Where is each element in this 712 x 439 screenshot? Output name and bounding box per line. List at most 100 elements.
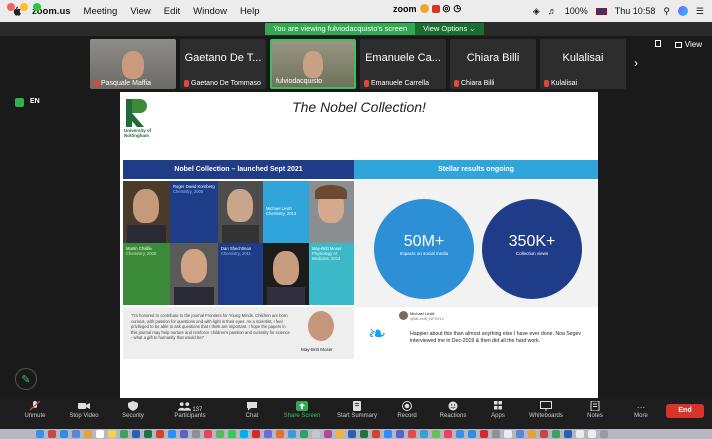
reactions-button[interactable]: Reactions [436,401,470,419]
dock-launchpad-icon[interactable] [48,430,56,438]
security-button[interactable]: Security [116,401,150,419]
dock-app-icon[interactable] [384,430,392,438]
language-badge[interactable]: EN [30,98,40,105]
participants-button[interactable]: 137 Participants [168,401,212,419]
unmute-button[interactable]: Unmute [20,401,50,419]
dock-music-icon[interactable] [204,430,212,438]
dock-app-icon[interactable] [588,430,596,438]
dock-app-icon[interactable] [336,430,344,438]
menu-view[interactable]: View [130,6,150,17]
record-icon[interactable]: ◎ [443,3,451,14]
dock-app-icon[interactable] [300,430,308,438]
annotate-pen-icon[interactable]: ✎ [15,368,37,390]
dock-app-icon[interactable] [288,430,296,438]
dock-app-icon[interactable] [564,430,572,438]
dock-app-icon[interactable] [540,430,548,438]
menu-window[interactable]: Window [193,6,227,17]
grid-view-icon [674,41,682,48]
notes-button[interactable]: Notes [582,401,608,419]
minimize-window-button[interactable] [20,3,28,11]
dock-app-icon[interactable] [552,430,560,438]
dock-powerpoint-icon[interactable] [156,430,164,438]
dock-app-icon[interactable] [504,430,512,438]
participant-tile[interactable]: Chiara Billi Chiara Billi [450,39,536,89]
participant-tile[interactable]: Emanuele Ca... Emanuele Carrella [360,39,446,89]
whiteboards-button[interactable]: Whiteboards [524,401,568,419]
dock-app-icon[interactable] [312,430,320,438]
dock-safari-icon[interactable] [60,430,68,438]
video-camera-icon [78,403,90,409]
zoom-window-button[interactable] [33,3,41,11]
dock-app-icon[interactable] [360,430,368,438]
zoom-status-area: zoom ◎ ◷ [393,3,461,14]
dock-excel-icon[interactable] [144,430,152,438]
control-center-icon[interactable]: ☰ [696,6,704,17]
wifi-icon[interactable]: ◈ [533,6,540,17]
stop-video-button[interactable]: Stop Video [64,401,104,419]
speaker-view-icon[interactable] [655,40,661,47]
menu-edit[interactable]: Edit [164,6,180,17]
dock-mail-icon[interactable] [72,430,80,438]
dock-finder-icon[interactable] [36,430,44,438]
flag-icon[interactable] [595,7,607,15]
active-speaker-tile[interactable]: fulviodacquisto [270,39,356,89]
dock-zoom-icon[interactable] [168,430,176,438]
dock-app-icon[interactable] [456,430,464,438]
dock-app-icon[interactable] [324,430,332,438]
dock-app-icon[interactable] [432,430,440,438]
zoom-reactions-icon[interactable] [419,4,429,13]
spotlight-search-icon[interactable]: ⚲ [663,6,670,17]
participant-tile[interactable]: Gaetano De T... Gaetano De Tommaso [180,39,266,89]
start-summary-button[interactable]: Start Summary [332,401,382,419]
close-window-button[interactable] [7,3,15,11]
dock-maps-icon[interactable] [216,430,224,438]
apps-button[interactable]: Apps [484,401,512,419]
dock-app-icon[interactable] [468,430,476,438]
dock-app-icon[interactable] [528,430,536,438]
dock-app-icon[interactable] [372,430,380,438]
participant-name: Gaetano De Tommaso [191,80,261,87]
dock-notes-icon[interactable] [108,430,116,438]
dock-chrome-icon[interactable] [120,430,128,438]
siri-icon[interactable] [677,6,688,16]
dock-messages-icon[interactable] [228,430,236,438]
dock-app-icon[interactable] [576,430,584,438]
encryption-shield-icon[interactable] [15,98,24,107]
battery-label[interactable]: 100% [565,6,588,16]
dock-app-icon[interactable] [348,430,356,438]
next-page-chevron-icon[interactable]: › [634,56,638,70]
dock-teams-icon[interactable] [180,430,188,438]
dock-app-icon[interactable] [408,430,416,438]
participant-tile[interactable]: Kulalisai Kulalisai [540,39,626,89]
menu-help[interactable]: Help [240,6,260,17]
dock-app-icon[interactable] [264,430,272,438]
dock-photos-icon[interactable] [84,430,92,438]
view-options-button[interactable]: View Options ⌄ [415,23,484,35]
dock-app-icon[interactable] [480,430,488,438]
menu-meeting[interactable]: Meeting [84,6,118,17]
stop-share-icon[interactable] [431,4,440,13]
dock-app-icon[interactable] [492,430,500,438]
share-screen-button[interactable]: Share Screen [280,401,324,419]
chat-button[interactable]: Chat [238,401,266,419]
dock-acrobat-icon[interactable] [252,430,260,438]
dock-app-icon[interactable] [396,430,404,438]
dock-app-icon[interactable] [420,430,428,438]
dock-app-icon[interactable] [444,430,452,438]
dock-app-icon[interactable] [276,430,284,438]
dock-word-icon[interactable] [132,430,140,438]
participant-tile[interactable]: Pasquale Maffia [90,39,176,89]
dock-trash-icon[interactable] [600,430,608,438]
view-menu-button[interactable]: View [674,40,702,49]
timemachine-icon[interactable]: ◷ [453,3,461,14]
more-button[interactable]: … More [628,401,654,420]
dock-calendar-icon[interactable] [96,430,104,438]
end-meeting-button[interactable]: End [666,404,704,418]
dock-app-icon[interactable] [516,430,524,438]
dock-skype-icon[interactable] [240,430,248,438]
laureate-year: 2008 [146,251,157,256]
dock-settings-icon[interactable] [192,430,200,438]
volume-icon[interactable]: ♬ [548,6,557,16]
clock-label[interactable]: Thu 10:58 [615,6,656,16]
record-button[interactable]: Record [392,401,422,419]
